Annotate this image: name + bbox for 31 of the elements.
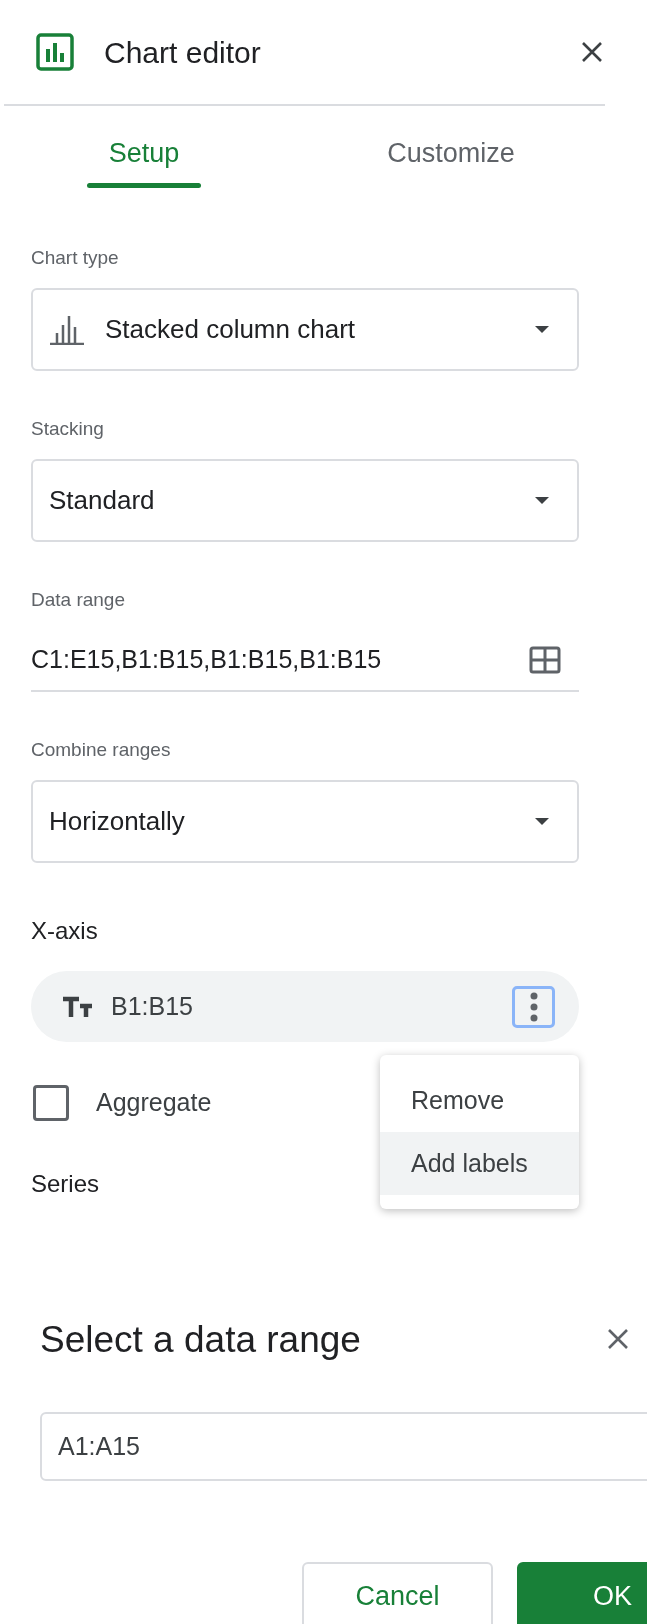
- range-input-field[interactable]: A1:A15: [40, 1411, 647, 1481]
- more-options-button[interactable]: [512, 985, 555, 1028]
- field-label: Stacking: [31, 417, 105, 441]
- dropdown[interactable]: Horizontally: [31, 780, 579, 863]
- tab[interactable]: Setup: [87, 106, 201, 200]
- range-input-field[interactable]: C1:E15,B1:B15,B1:B15,B1:B15: [31, 630, 579, 692]
- section-heading: Series: [31, 1168, 101, 1199]
- field-label: Combine ranges: [31, 738, 172, 762]
- ok-button[interactable]: OK: [517, 1561, 647, 1624]
- chart-icon: [36, 33, 74, 71]
- cancel-button[interactable]: Cancel: [302, 1561, 493, 1624]
- field-label: Chart type: [31, 246, 120, 270]
- dropdown-caret-icon: [535, 817, 549, 826]
- field-label: Data range: [31, 588, 126, 612]
- dropdown-caret-icon: [535, 325, 549, 334]
- checkbox-label: Aggregate: [96, 1087, 212, 1118]
- menu-item[interactable]: Add labels: [380, 1132, 579, 1195]
- column-chart-icon: [49, 314, 85, 345]
- dialog-title: Select a data range: [40, 1317, 362, 1362]
- panel-title: Chart editor: [104, 34, 262, 71]
- dropdown[interactable]: Standard: [31, 459, 579, 542]
- dropdown-caret-icon: [535, 496, 549, 505]
- grid-icon[interactable]: [529, 646, 561, 674]
- range-chip[interactable]: B1:B15: [31, 971, 579, 1042]
- menu-item[interactable]: Remove: [380, 1069, 579, 1132]
- section-heading: X-axis: [31, 916, 99, 946]
- more-vertical-icon: [529, 991, 538, 1022]
- text-type-icon: [61, 995, 95, 1018]
- dropdown[interactable]: Stacked column chart: [31, 288, 579, 371]
- checkbox[interactable]: [33, 1084, 69, 1121]
- tab[interactable]: Customize: [371, 106, 531, 200]
